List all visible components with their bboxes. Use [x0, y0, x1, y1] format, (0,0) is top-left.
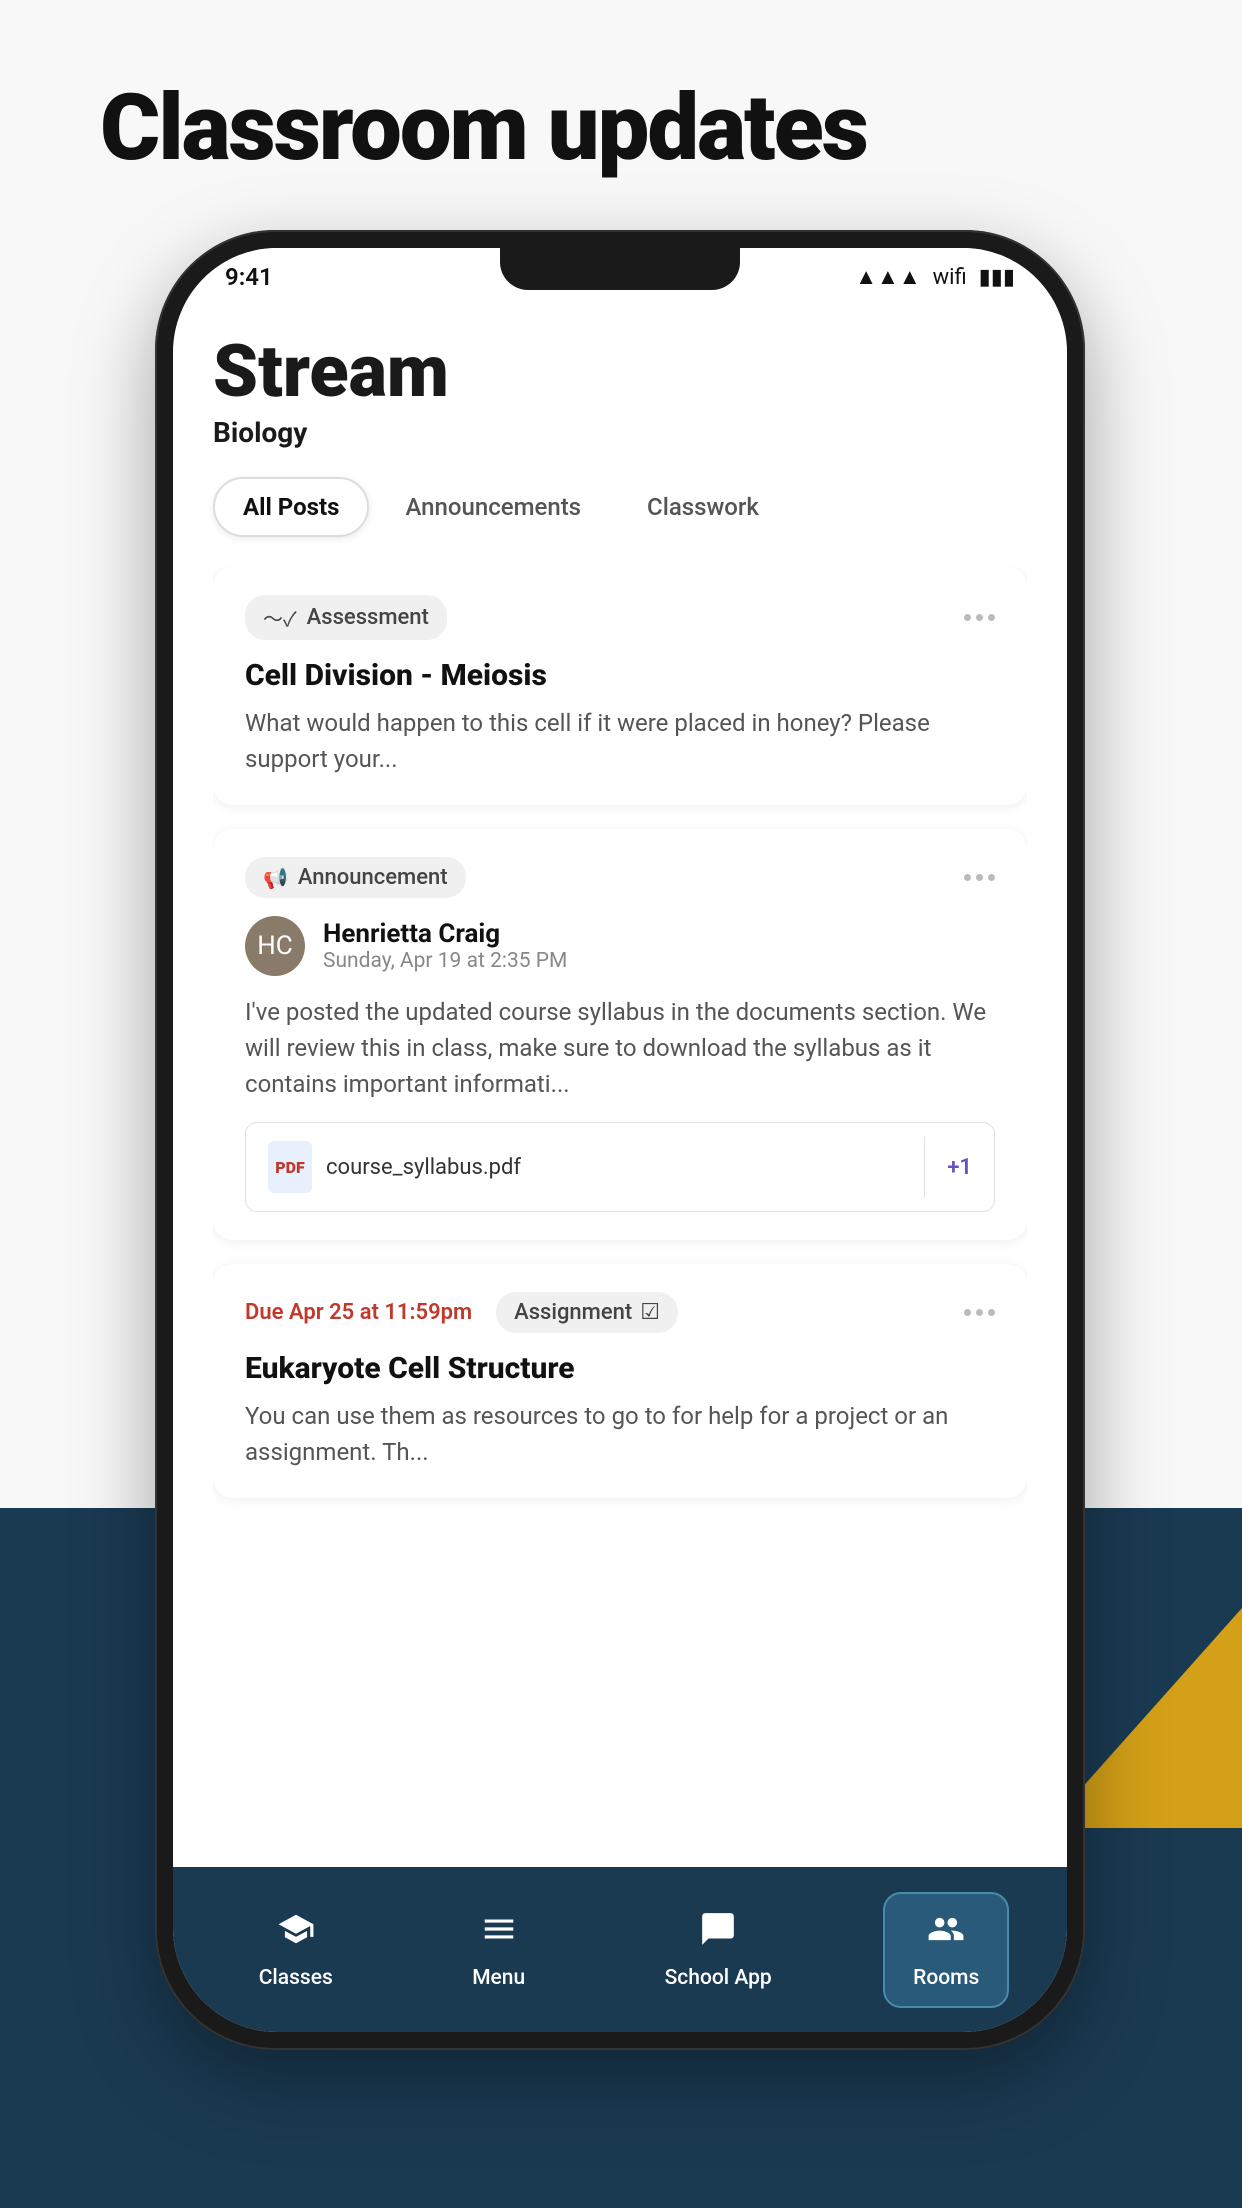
phone-notch	[500, 248, 740, 290]
card-top-row: 〜✓ Assessment	[245, 595, 995, 640]
announcement-card: 📢 Announcement HC Henrietta Craig	[213, 829, 1027, 1240]
assignment-body: You can use them as resources to go to f…	[245, 1398, 995, 1470]
signal-icon: ▲▲▲	[855, 264, 920, 290]
user-info: Henrietta Craig Sunday, Apr 19 at 2:35 P…	[323, 919, 567, 973]
assignment-top-row: Due Apr 25 at 11:59pm Assignment ☑	[245, 1292, 995, 1333]
nav-school-app-label: School App	[665, 1966, 772, 1990]
status-time: 9:41	[225, 263, 273, 291]
attachment-more[interactable]: +1	[924, 1137, 994, 1198]
avatar: HC	[245, 916, 305, 976]
assessment-badge-label: Assessment	[307, 605, 429, 630]
nav-classes[interactable]: Classes	[231, 1894, 361, 2006]
assignment-badge: Assignment ☑	[496, 1292, 678, 1333]
tab-classwork[interactable]: Classwork	[617, 477, 789, 537]
more-options-button-3[interactable]	[964, 1309, 995, 1316]
assignment-header-left: Due Apr 25 at 11:59pm Assignment ☑	[245, 1292, 678, 1333]
user-row: HC Henrietta Craig Sunday, Apr 19 at 2:3…	[245, 916, 995, 976]
attachment[interactable]: PDF course_syllabus.pdf +1	[245, 1122, 995, 1212]
user-name: Henrietta Craig	[323, 919, 567, 949]
user-date: Sunday, Apr 19 at 2:35 PM	[323, 949, 567, 973]
assessment-badge: 〜✓ Assessment	[245, 595, 447, 640]
announcement-badge-label: Announcement	[298, 865, 448, 890]
battery-icon: ▮▮▮	[979, 265, 1015, 290]
phone-screen: 9:41 ▲▲▲ wifi ▮▮▮ Stream Biology All Pos…	[173, 248, 1067, 2032]
feed-content: 〜✓ Assessment Cell Division - Meiosis Wh…	[213, 567, 1027, 1867]
stream-title: Stream	[213, 336, 1027, 408]
assessment-icon: 〜✓	[263, 603, 297, 632]
assignment-title: Eukaryote Cell Structure	[245, 1351, 995, 1386]
announcement-icon: 📢	[263, 866, 288, 890]
announcement-badge: 📢 Announcement	[245, 857, 466, 898]
attachment-name: course_syllabus.pdf	[326, 1155, 521, 1180]
phone-outer: 9:41 ▲▲▲ wifi ▮▮▮ Stream Biology All Pos…	[155, 230, 1085, 2050]
more-options-button[interactable]	[964, 614, 995, 621]
nav-menu-label: Menu	[472, 1966, 525, 1990]
assignment-card: Due Apr 25 at 11:59pm Assignment ☑ Eukar…	[213, 1264, 1027, 1498]
tabs-row: All Posts Announcements Classwork	[213, 477, 1027, 537]
tab-all-posts[interactable]: All Posts	[213, 477, 369, 537]
more-options-button-2[interactable]	[964, 874, 995, 881]
nav-rooms[interactable]: Rooms	[883, 1892, 1009, 2008]
nav-rooms-label: Rooms	[913, 1966, 979, 1990]
announcement-body: I've posted the updated course syllabus …	[245, 994, 995, 1102]
phone-mockup: 9:41 ▲▲▲ wifi ▮▮▮ Stream Biology All Pos…	[155, 230, 1085, 2050]
assessment-card: 〜✓ Assessment Cell Division - Meiosis Wh…	[213, 567, 1027, 805]
bottom-nav: Classes Menu Schoo	[173, 1867, 1067, 2032]
assessment-body: What would happen to this cell if it wer…	[245, 705, 995, 777]
tab-announcements[interactable]: Announcements	[375, 477, 611, 537]
stream-subtitle: Biology	[213, 416, 1027, 449]
page-title: Classroom updates	[100, 75, 867, 182]
announcement-top-row: 📢 Announcement	[245, 857, 995, 898]
attachment-file: PDF course_syllabus.pdf	[246, 1123, 924, 1211]
due-label: Due Apr 25 at 11:59pm	[245, 1300, 472, 1325]
status-icons: ▲▲▲ wifi ▮▮▮	[855, 264, 1015, 290]
school-app-icon	[699, 1910, 737, 1958]
nav-classes-label: Classes	[259, 1966, 333, 1990]
nav-menu[interactable]: Menu	[444, 1894, 553, 2006]
nav-school-app[interactable]: School App	[637, 1894, 800, 2006]
menu-icon	[480, 1910, 518, 1958]
classes-icon	[277, 1910, 315, 1958]
app-content: Stream Biology All Posts Announcements C…	[173, 306, 1067, 1867]
wifi-icon: wifi	[933, 265, 967, 290]
rooms-icon	[927, 1910, 965, 1958]
assignment-badge-label: Assignment	[514, 1300, 632, 1325]
assessment-title: Cell Division - Meiosis	[245, 658, 995, 693]
assignment-check-icon: ☑	[640, 1300, 660, 1325]
pdf-icon: PDF	[268, 1141, 312, 1193]
